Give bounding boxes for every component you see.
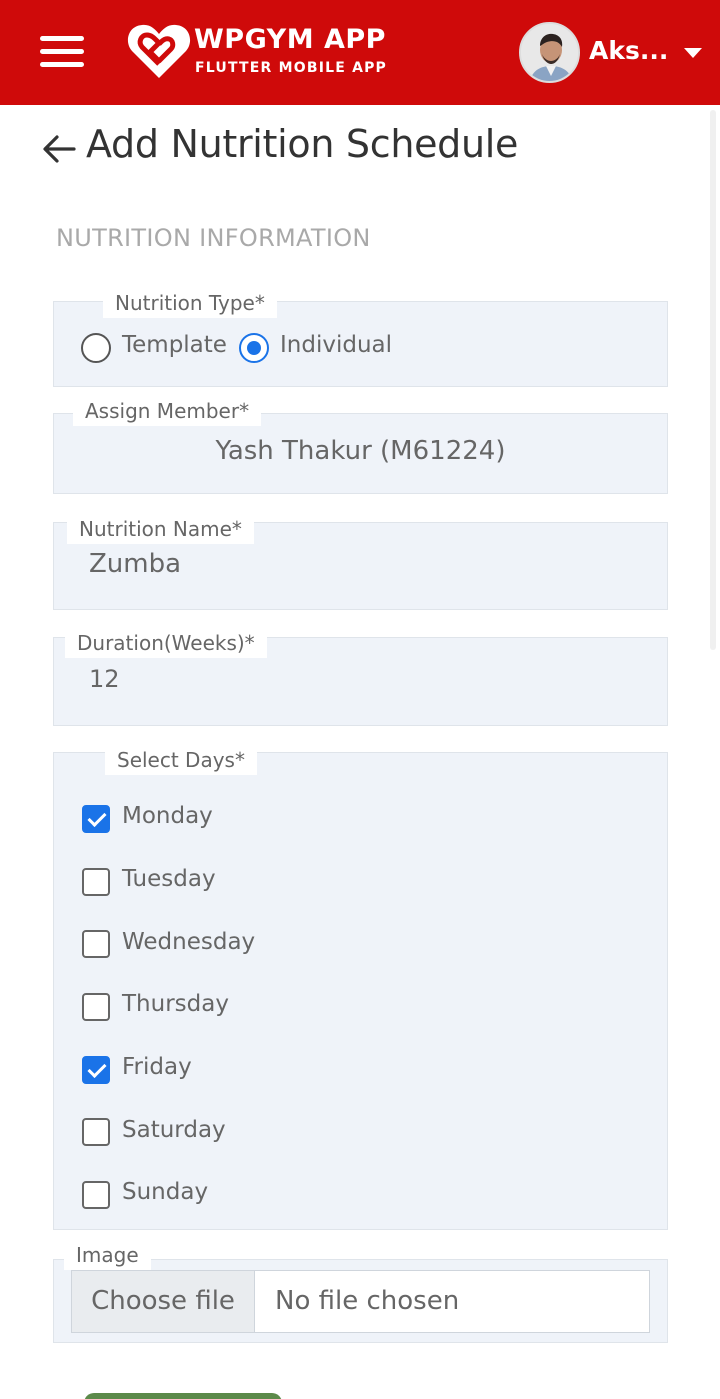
scrollbar[interactable] — [710, 110, 716, 650]
checkbox-monday[interactable] — [82, 805, 110, 833]
checkbox-wednesday[interactable] — [82, 930, 110, 958]
day-label-wednesday[interactable]: Wednesday — [122, 929, 255, 955]
file-status: No file chosen — [275, 1286, 460, 1316]
choose-file-button[interactable]: Choose file — [72, 1271, 255, 1332]
checkbox-sunday[interactable] — [82, 1181, 110, 1209]
duration-label: Duration(Weeks)* — [65, 628, 267, 658]
day-label-friday[interactable]: Friday — [122, 1054, 192, 1080]
image-label: Image — [64, 1240, 151, 1270]
checkbox-tuesday[interactable] — [82, 868, 110, 896]
checkbox-thursday[interactable] — [82, 993, 110, 1021]
day-label-thursday[interactable]: Thursday — [122, 991, 229, 1017]
page-title: Add Nutrition Schedule — [86, 122, 519, 166]
assign-member-label: Assign Member* — [73, 396, 262, 426]
file-input[interactable]: Choose file No file chosen — [71, 1270, 650, 1333]
user-photo — [521, 24, 578, 81]
chevron-down-icon[interactable] — [684, 48, 702, 58]
user-name[interactable]: Aks... — [589, 36, 668, 65]
app-name: WPGYM APP — [194, 24, 386, 55]
wpgym-logo-icon — [127, 24, 191, 78]
assign-member-field[interactable]: Assign Member* Yash Thakur (M61224) — [53, 396, 668, 494]
day-label-saturday[interactable]: Saturday — [122, 1117, 226, 1143]
app-subtitle: FLUTTER MOBILE APP — [195, 60, 388, 76]
radio-individual-label[interactable]: Individual — [280, 332, 392, 358]
section-heading: NUTRITION INFORMATION — [56, 224, 371, 252]
checkbox-saturday[interactable] — [82, 1118, 110, 1146]
app-header: WPGYM APP FLUTTER MOBILE APP Aks... — [0, 0, 720, 105]
radio-template-label[interactable]: Template — [122, 332, 227, 358]
nutrition-type-field: Nutrition Type* Template Individual — [53, 288, 668, 387]
nutrition-name-input[interactable]: Zumba — [89, 549, 181, 579]
day-label-monday[interactable]: Monday — [122, 803, 213, 829]
image-field: Image Choose file No file chosen — [53, 1240, 668, 1343]
nutrition-type-label: Nutrition Type* — [103, 288, 277, 318]
app-logo: WPGYM APP FLUTTER MOBILE APP — [126, 20, 396, 86]
duration-field[interactable]: Duration(Weeks)* 12 — [53, 628, 668, 726]
duration-input[interactable]: 12 — [89, 665, 120, 693]
assign-member-value[interactable]: Yash Thakur (M61224) — [54, 436, 667, 466]
radio-individual[interactable] — [239, 333, 269, 363]
back-arrow-icon[interactable] — [40, 130, 78, 168]
day-label-sunday[interactable]: Sunday — [122, 1179, 208, 1205]
submit-button[interactable] — [84, 1393, 282, 1399]
day-label-tuesday[interactable]: Tuesday — [122, 866, 216, 892]
nutrition-name-label: Nutrition Name* — [67, 514, 254, 544]
menu-icon[interactable] — [40, 36, 84, 68]
checkbox-friday[interactable] — [82, 1056, 110, 1084]
select-days-field: Select Days* Monday Tuesday Wednesday Th… — [53, 745, 668, 1230]
avatar[interactable] — [519, 22, 580, 83]
radio-template[interactable] — [81, 333, 111, 363]
select-days-label: Select Days* — [105, 745, 257, 775]
nutrition-name-field[interactable]: Nutrition Name* Zumba — [53, 514, 668, 610]
